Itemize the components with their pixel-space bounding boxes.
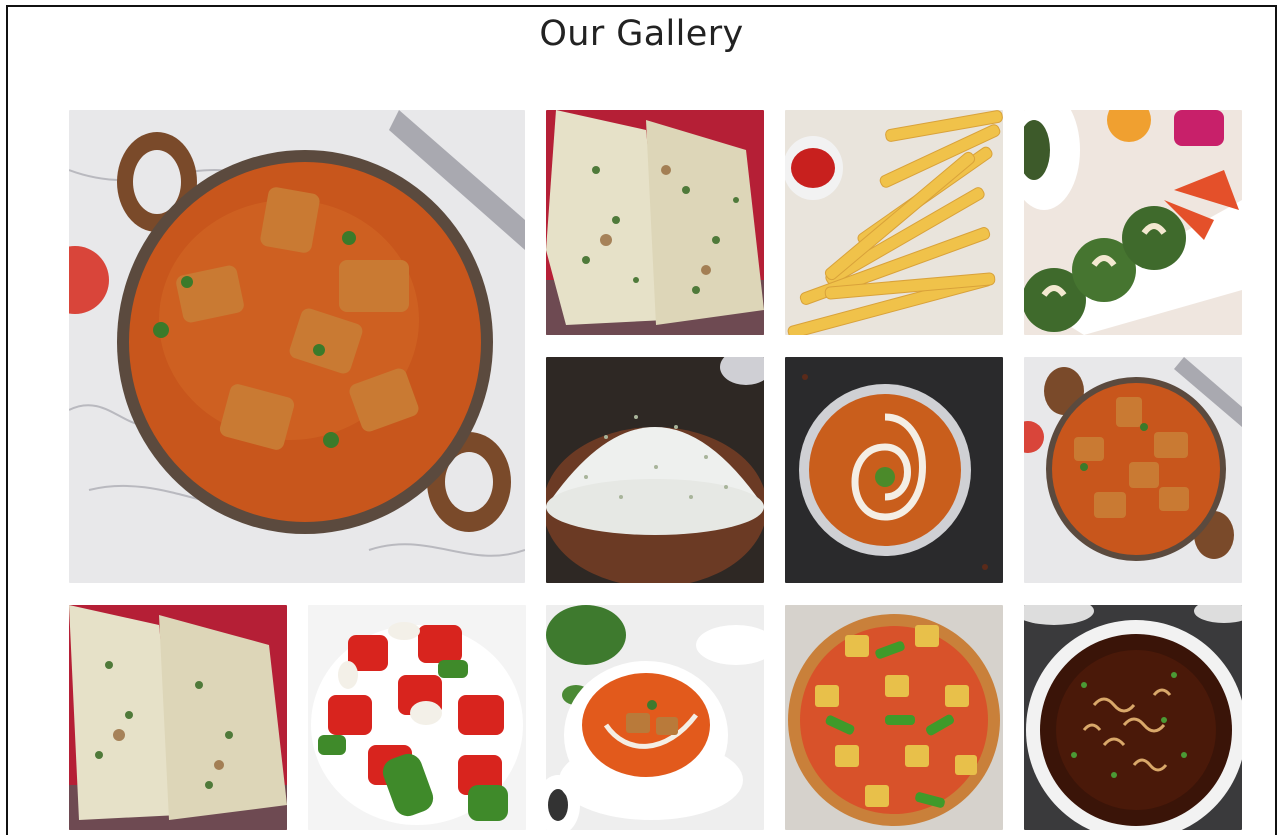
gallery-image-hara-bhara-kabab[interactable] [1024,110,1242,335]
gallery-image-tomato-soup[interactable] [546,605,764,830]
gallery-image-french-fries[interactable] [785,110,1003,335]
kabab-icon [1024,110,1242,335]
paneer-curry-icon [69,110,525,583]
gallery-page-frame: Our Gallery [6,5,1277,835]
gallery-image-paneer-pizza[interactable] [785,605,1003,830]
soup-icon [546,605,764,830]
dark-soup-icon [1024,605,1242,830]
chilli-paneer-icon [308,605,526,830]
gallery-image-jeera-rice[interactable] [546,357,764,583]
pizza-icon [785,605,1003,830]
gallery-image-paneer-curry-large[interactable] [69,110,525,583]
page-title: Our Gallery [539,14,744,54]
gallery-image-garlic-naan-2[interactable] [69,605,287,830]
naan-icon [69,605,287,830]
curry-bowl-icon [785,357,1003,583]
gallery-image-paneer-curry-small[interactable] [1024,357,1242,583]
gallery-image-manchow-soup[interactable] [1024,605,1242,830]
naan-icon [546,110,764,335]
gallery-image-dal-makhani-bowl[interactable] [785,357,1003,583]
paneer-curry-icon [1024,357,1242,583]
rice-icon [546,357,764,583]
gallery-image-garlic-naan[interactable] [546,110,764,335]
fries-icon [785,110,1003,335]
gallery-image-chilli-paneer[interactable] [308,605,526,830]
